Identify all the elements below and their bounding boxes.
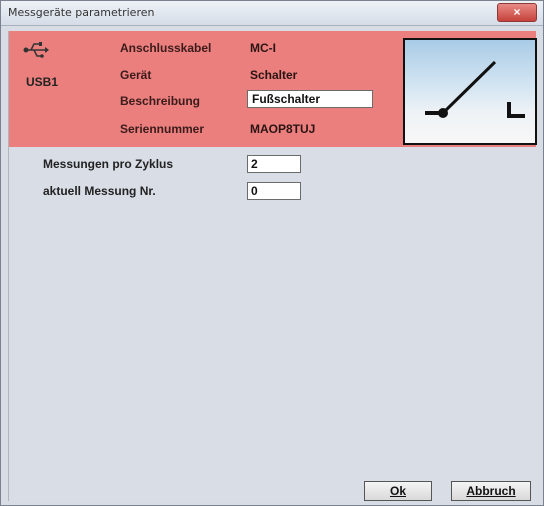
measurements-per-cycle-input[interactable] <box>247 155 301 173</box>
close-icon: × <box>513 5 521 19</box>
device-value: Schalter <box>250 68 298 82</box>
cable-label: Anschlusskabel <box>120 41 212 55</box>
dialog-window: Messgeräte parametrieren × USB1 Anschlus… <box>0 0 544 506</box>
current-measurement-input[interactable] <box>247 182 301 200</box>
serial-label: Seriennummer <box>120 122 205 136</box>
device-label: Gerät <box>120 68 152 82</box>
ok-button[interactable]: Ok <box>364 481 432 501</box>
measurements-per-cycle-label: Messungen pro Zyklus <box>43 157 174 171</box>
cable-value: MC-I <box>250 41 276 55</box>
description-label: Beschreibung <box>120 94 201 108</box>
dialog-client: USB1 Anschlusskabel MC-I Gerät Schalter … <box>8 31 537 501</box>
port-label: USB1 <box>26 75 59 89</box>
serial-value: MAOP8TUJ <box>250 122 316 136</box>
device-header: USB1 Anschlusskabel MC-I Gerät Schalter … <box>9 31 537 147</box>
window-title: Messgeräte parametrieren <box>8 6 155 19</box>
switch-symbol-image <box>403 38 537 145</box>
switch-symbol-icon <box>425 60 525 118</box>
cancel-button[interactable]: Abbruch <box>451 481 531 501</box>
close-button[interactable]: × <box>497 3 537 22</box>
description-input[interactable] <box>247 90 373 108</box>
title-bar[interactable]: Messgeräte parametrieren × <box>1 1 543 26</box>
current-measurement-label: aktuell Messung Nr. <box>43 184 156 198</box>
usb-icon <box>23 42 49 58</box>
